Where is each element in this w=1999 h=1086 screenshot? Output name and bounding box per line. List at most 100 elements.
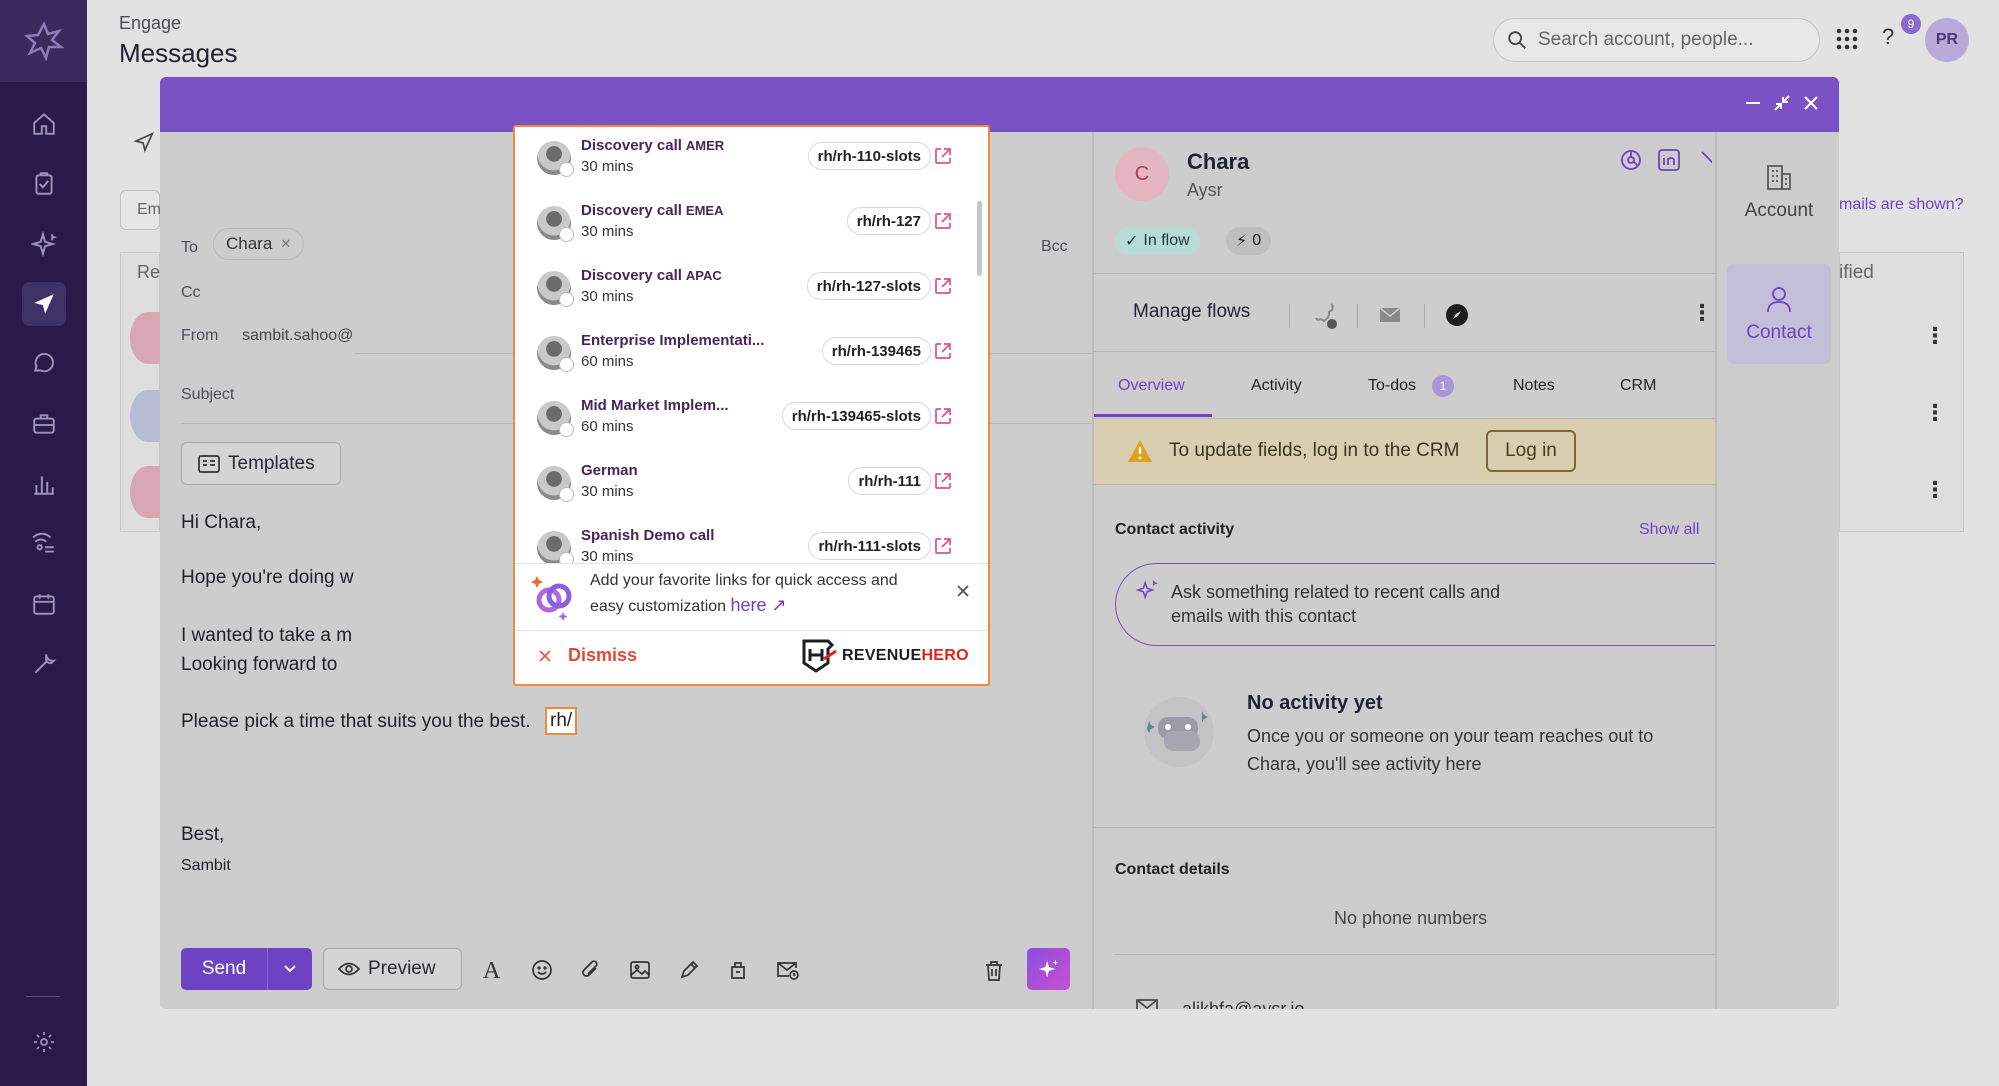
link-slug-pill[interactable]: rh/rh-111-slots	[808, 532, 931, 560]
link-row[interactable]: Spanish Demo call 30 mins rh/rh-111-slots	[515, 517, 973, 563]
linkedin-icon[interactable]	[1657, 148, 1681, 172]
link-slug-pill[interactable]: rh/rh-127	[846, 207, 931, 235]
expand-icon[interactable]	[1698, 148, 1712, 172]
emoji-icon[interactable]	[531, 959, 553, 981]
contact-panel: C Chara Aysr ✓ In flow ⚡ 0 Manage flows ⋮ …	[1092, 132, 1735, 1009]
open-external-icon[interactable]	[933, 471, 953, 491]
slash-command-token[interactable]: rh/	[545, 707, 578, 735]
link-slug-pill[interactable]: rh/rh-127-slots	[806, 272, 931, 300]
login-button[interactable]: Log in	[1486, 430, 1576, 472]
brand-revenue: REVENUE	[842, 647, 922, 664]
logo-icon[interactable]	[0, 0, 87, 82]
minimize-icon[interactable]	[1743, 93, 1763, 113]
send-options-chevron-down-icon[interactable]	[268, 948, 312, 990]
link-row[interactable]: Mid Market Implem... 60 mins rh/rh-139465-…	[515, 387, 973, 452]
link-picker-popup: Discovery call AMER 30 mins rh/rh-110-slots…	[513, 125, 990, 686]
cc-label: Cc	[181, 284, 201, 301]
calendar-icon[interactable]	[22, 582, 66, 626]
tab-crm[interactable]: CRM	[1620, 377, 1656, 395]
link-slug-pill[interactable]: rh/rh-139465	[821, 337, 931, 365]
tab-todos[interactable]: To-dos	[1368, 377, 1416, 395]
tab-overview[interactable]: Overview	[1118, 377, 1185, 395]
row-menu-icon[interactable]: ⋮	[1924, 477, 1946, 503]
hubspot-icon[interactable]	[1619, 148, 1643, 172]
ask-ai-input[interactable]: Ask something related to recent calls an…	[1115, 563, 1735, 646]
contact-name[interactable]: Chara	[1187, 149, 1249, 175]
briefcase-icon[interactable]	[22, 402, 66, 446]
compass-icon[interactable]	[1445, 303, 1469, 327]
bar-chart-icon[interactable]	[22, 462, 66, 506]
scrollbar-thumb[interactable]	[977, 201, 982, 276]
link-title: Mid Market Implem...	[581, 397, 733, 414]
tip-close-icon[interactable]	[956, 584, 970, 598]
settings-icon[interactable]	[22, 1020, 66, 1064]
delete-icon[interactable]	[983, 959, 1005, 983]
side-tabs: Account Contact	[1715, 132, 1839, 1009]
home-icon[interactable]	[22, 102, 66, 146]
clipboard-icon[interactable]	[22, 162, 66, 206]
side-tab-account[interactable]: Account	[1727, 142, 1831, 242]
signal-icon[interactable]	[22, 522, 66, 566]
remove-recipient-icon[interactable]: ✕	[280, 236, 291, 252]
tab-activity[interactable]: Activity	[1251, 377, 1302, 395]
wrench-icon[interactable]	[22, 642, 66, 686]
notification-badge: 9	[1901, 14, 1921, 34]
open-external-icon[interactable]	[933, 276, 953, 296]
open-external-icon[interactable]	[933, 341, 953, 361]
schedule-email-icon[interactable]	[776, 959, 800, 981]
link-slug-pill[interactable]: rh/rh-111	[848, 467, 931, 495]
contact-company[interactable]: Aysr	[1187, 180, 1223, 201]
subject-field[interactable]: Subject	[181, 386, 234, 404]
link-row[interactable]: German 30 mins rh/rh-111	[515, 452, 973, 517]
show-all-link[interactable]: Show all	[1639, 521, 1699, 539]
image-icon[interactable]	[629, 959, 651, 981]
nav-divider	[26, 996, 60, 997]
send-button[interactable]: Send	[181, 948, 268, 990]
close-icon[interactable]	[1801, 93, 1821, 113]
text-format-icon[interactable]: A	[483, 958, 500, 985]
attachment-icon[interactable]	[580, 959, 602, 981]
link-row[interactable]: Discovery call EMEA 30 mins rh/rh-127	[515, 192, 973, 257]
templates-button[interactable]: Templates	[181, 442, 341, 485]
signature-pen-icon[interactable]	[678, 959, 700, 981]
apps-grid-icon[interactable]	[1835, 27, 1859, 51]
more-menu-icon[interactable]: ⋮	[1691, 300, 1713, 326]
manage-flows-button[interactable]: Manage flows	[1133, 301, 1250, 323]
open-external-icon[interactable]	[933, 406, 953, 426]
global-search[interactable]: Search account, people...	[1493, 18, 1820, 62]
link-slug-pill[interactable]: rh/rh-110-slots	[807, 142, 931, 170]
open-external-icon[interactable]	[933, 146, 953, 166]
from-value[interactable]: sambit.sahoo@	[242, 327, 353, 345]
link-row[interactable]: Enterprise Implementati... 60 mins rh/rh-1…	[515, 322, 973, 387]
avatar[interactable]: PR	[1925, 18, 1969, 62]
phone-icon[interactable]	[1312, 300, 1340, 330]
contact-email[interactable]: alikhfa@aysr.io	[1182, 999, 1304, 1009]
dismiss-button[interactable]: Dismiss	[568, 645, 637, 666]
divider	[1115, 954, 1715, 955]
open-external-icon[interactable]	[933, 536, 953, 556]
link-row[interactable]: Discovery call AMER 30 mins rh/rh-110-slots	[515, 127, 973, 192]
bcc-toggle[interactable]: Bcc	[1041, 238, 1068, 256]
open-external-icon[interactable]	[933, 211, 953, 231]
chat-icon[interactable]	[22, 342, 66, 386]
tab-notes[interactable]: Notes	[1513, 377, 1555, 395]
side-tab-contact[interactable]: Contact	[1727, 264, 1831, 364]
send-icon[interactable]	[22, 282, 66, 326]
preview-button[interactable]: Preview	[323, 948, 462, 990]
ai-assist-button[interactable]	[1027, 948, 1070, 990]
help-icon[interactable]: ?	[1882, 24, 1894, 50]
collapse-icon[interactable]	[1772, 93, 1792, 113]
email-icon[interactable]	[1379, 307, 1401, 323]
link-row[interactable]: Discovery call APAC 30 mins rh/rh-127-slots	[515, 257, 973, 322]
link-slug-pill[interactable]: rh/rh-139465-slots	[781, 402, 931, 430]
tip-here-link[interactable]: here ↗	[731, 595, 787, 615]
dismiss-x-icon[interactable]	[538, 649, 552, 663]
bg-emails-shown-link[interactable]: mails are shown?	[1839, 196, 1964, 214]
row-menu-icon[interactable]: ⋮	[1924, 323, 1946, 349]
snippet-icon[interactable]	[727, 959, 749, 981]
link-name: Discovery call	[581, 137, 682, 154]
sparkle-icon[interactable]	[22, 222, 66, 266]
host-avatar	[537, 141, 574, 177]
recipient-chip[interactable]: Chara ✕	[213, 228, 305, 260]
row-menu-icon[interactable]: ⋮	[1924, 400, 1946, 426]
